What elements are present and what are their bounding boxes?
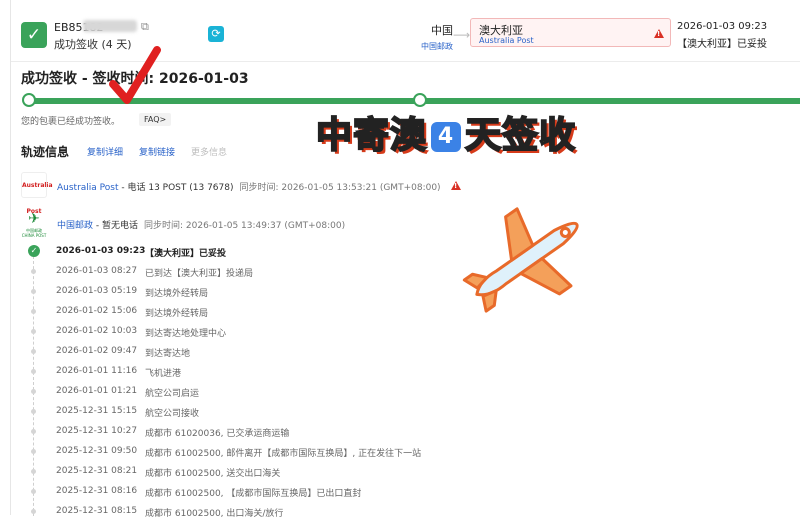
last-event-time: 2026-01-03 09:23 [677,21,768,32]
faq-button[interactable]: FAQ> [139,113,172,126]
timeline-dot [31,429,36,434]
event-description: 航空公司启运 [145,389,200,399]
origin-post[interactable]: 中国邮政 [391,41,453,52]
event-description: 成都市 61002500, 【成都市国际互换局】已出口直封 [145,489,362,499]
carrier-china-post: 中国邮政 - 暂无电话 同步时间: 2026-01-05 13:49:37 (GM… [57,218,345,231]
carrier-name[interactable]: 中国邮政 [57,221,93,231]
event-description: 飞机进港 [145,369,182,379]
event-description: 航空公司接收 [145,409,200,419]
event-row: 2026-01-03 08:27 已到达【澳大利亚】投递局 [11,262,791,282]
event-time: 2025-12-31 10:27 [56,426,138,436]
timeline-dot [31,269,36,274]
more-info-link[interactable]: 更多信息 [191,145,227,158]
banner-text-end: 天签收 [464,114,577,157]
delivered-check-icon: ✓ [28,245,40,257]
event-row: 2026-01-03 05:19 到达境外经转局 [11,282,791,302]
event-description: 【澳大利亚】已妥投 [145,249,227,259]
last-event: 【澳大利亚】已妥投 [677,39,767,50]
event-row: 2025-12-31 08:21 成都市 61002500, 送交出口海关 [11,462,791,482]
carrier-sync-time: 同步时间: 2026-01-05 13:53:21 (GMT+08:00) [239,183,441,193]
delivered-check-icon: ✓ [21,22,47,48]
sync-icon[interactable]: ⟳ [208,26,224,42]
timeline-dot [31,409,36,414]
australia-post-logo: Australia Post [21,172,53,215]
china-post-logo: ✈ 中国邮政 CHINA POST [21,211,47,238]
event-row: 2026-01-02 15:06 到达境外经转局 [11,302,791,322]
event-time: 2026-01-02 09:47 [56,346,138,356]
event-row: 2025-12-31 08:16 成都市 61002500, 【成都市国际互换局】… [11,482,791,502]
track-info-title: 轨迹信息 [21,145,70,159]
origin: 中国 中国邮政 [391,22,453,52]
event-time: 2025-12-31 08:21 [56,466,138,476]
event-description: 成都市 61002500, 邮件离开【成都市国际互换局】, 正在发往下一站 [145,449,422,459]
event-row: 2026-01-01 11:16 飞机进港 [11,362,791,382]
carrier-australia-post: Australia Post - 电话 13 POST (13 7678) 同步时… [57,180,441,193]
event-row: 2025-12-31 15:15 航空公司接收 [11,402,791,422]
event-time: 2025-12-31 09:50 [56,446,138,456]
timeline-dot [31,449,36,454]
copy-detail-link[interactable]: 复制详细 [87,145,123,158]
delivery-days-banner: 中寄澳 4 天签收 [315,106,577,158]
delivered-message: 您的包裹已经成功签收。 [21,117,121,127]
red-checkmark-sticker [109,46,161,104]
warning-icon[interactable] [654,29,664,38]
event-description: 到达境外经转局 [145,309,209,319]
carrier-sync-time: 同步时间: 2026-01-05 13:49:37 (GMT+08:00) [144,221,346,231]
progress-node-mid [413,93,427,107]
event-time: 2026-01-02 15:06 [56,306,138,316]
event-row: 2025-12-31 08:15 成都市 61002500, 出口海关/放行 [11,502,791,522]
timeline-dot [31,469,36,474]
event-time: 2025-12-31 15:15 [56,406,138,416]
warning-icon[interactable] [451,181,461,190]
event-row: 2026-01-01 01:21 航空公司启运 [11,382,791,402]
timeline-dot [31,349,36,354]
event-row: 2025-12-31 10:27 成都市 61020036, 已交承运商运输 [11,422,791,442]
carrier-phone: - 暂无电话 [93,221,138,231]
event-description: 成都市 61020036, 已交承运商运输 [145,429,290,439]
event-description: 到达寄达地处理中心 [145,329,227,339]
keycap-four-icon: 4 [431,122,462,152]
event-row: 2026-01-02 09:47 到达寄达地 [11,342,791,362]
progress-node-start [22,93,36,107]
timeline-dot [31,369,36,374]
timeline-dot [31,389,36,394]
timeline-dot [31,289,36,294]
event-time: 2026-01-03 09:23 [56,246,146,256]
blurred-tracking-digits [83,20,137,32]
arrow-right-icon: ⟶ [453,28,471,42]
event-row: 2026-01-02 10:03 到达寄达地处理中心 [11,322,791,342]
timeline-dot [31,309,36,314]
carrier-name[interactable]: Australia Post [57,183,119,193]
event-description: 到达寄达地 [145,349,191,359]
event-description: 成都市 61002500, 送交出口海关 [145,469,281,479]
copy-icon[interactable]: ⧉ [141,20,149,34]
event-time: 2026-01-03 05:19 [56,286,138,296]
event-time: 2025-12-31 08:16 [56,486,138,496]
tracking-panel: ✓ EB85182 ⧉ 成功签收 (4 天) ⟳ 中国 中国邮政 ⟶ 澳大利亚 … [10,0,800,519]
origin-country: 中国 [431,24,453,37]
destination: 澳大利亚 Australia Post [470,18,671,47]
event-time: 2026-01-01 11:16 [56,366,138,376]
event-description: 已到达【澳大利亚】投递局 [145,269,254,279]
airplane-sticker [462,207,579,313]
event-time: 2026-01-03 08:27 [56,266,138,276]
china-post-logo-subtext: CHINA POST [21,233,47,238]
dest-post[interactable]: Australia Post [479,36,534,45]
timeline-dot [31,329,36,334]
timeline-dot [31,489,36,494]
banner-text-start: 中寄澳 [315,114,428,157]
copy-link-link[interactable]: 复制链接 [139,145,175,158]
event-time: 2026-01-02 10:03 [56,326,138,336]
event-row: 2025-12-31 09:50 成都市 61002500, 邮件离开【成都市国际… [11,442,791,462]
carrier-phone: - 电话 13 POST (13 7678) [118,183,234,193]
event-description: 到达境外经转局 [145,289,209,299]
event-description: 成都市 61002500, 出口海关/放行 [145,509,284,519]
event-time: 2026-01-01 01:21 [56,386,138,396]
timeline-dot [31,509,36,514]
event-row: ✓ 2026-01-03 09:23 【澳大利亚】已妥投 [11,242,791,262]
